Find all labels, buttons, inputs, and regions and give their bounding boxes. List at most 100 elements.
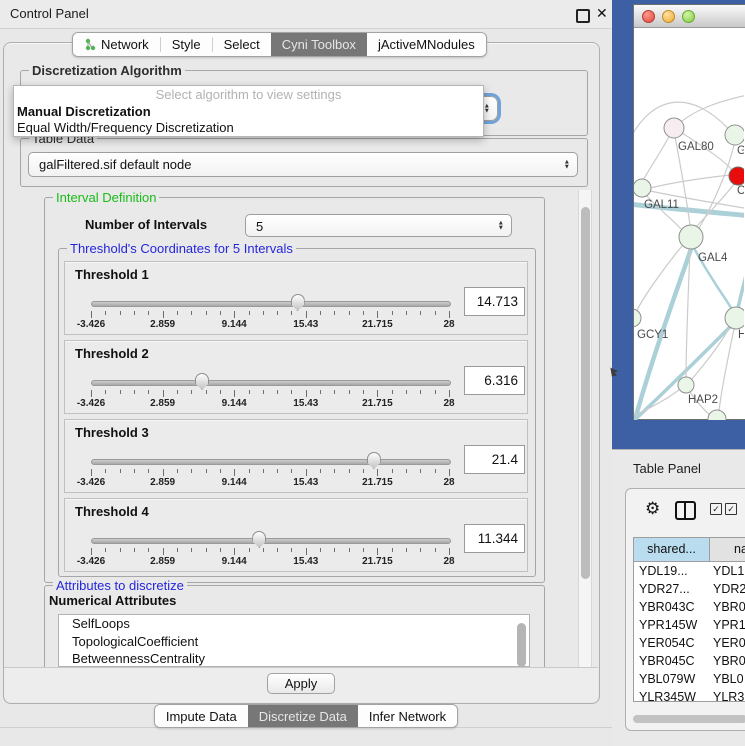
node-table-body: YDL19...YDL1YDR27...YDR2YBR043CYBR0YPR14… xyxy=(634,562,745,702)
column-header-name[interactable]: na xyxy=(710,538,745,561)
attribute-list-item[interactable]: TopologicalCoefficient xyxy=(59,633,529,651)
slider-track[interactable] xyxy=(91,538,451,544)
numerical-attributes-list[interactable]: SelfLoopsTopologicalCoefficientBetweenne… xyxy=(58,614,530,667)
list-scrollbar[interactable] xyxy=(517,623,526,667)
threshold-4-slider[interactable]: -3.4262.8599.14415.4321.71528 xyxy=(91,529,449,571)
node-partial-bottom xyxy=(708,410,726,420)
node-label-gcy1: GCY1 xyxy=(637,329,668,341)
slider-ticks xyxy=(91,390,449,398)
float-window-icon[interactable] xyxy=(576,9,590,23)
threshold-1-value-field[interactable] xyxy=(464,287,525,316)
table-row[interactable]: YDL19...YDL1 xyxy=(634,562,745,580)
cell-name[interactable]: YER0 xyxy=(710,634,745,652)
zoom-traffic-light-icon[interactable] xyxy=(682,10,695,23)
threshold-3-panel: Threshold 3 -3.4262.8599.14415.4321.7152… xyxy=(64,419,528,493)
table-row[interactable]: YBL079WYBL0 xyxy=(634,670,745,688)
cell-shared-name[interactable]: YBR043C xyxy=(634,598,710,616)
network-graph: GAL80 GA C GAL11 GAL4 GCY1 H HAP2 xyxy=(634,28,744,420)
cell-shared-name[interactable]: YPR145W xyxy=(634,616,710,634)
slider-track[interactable] xyxy=(91,380,451,386)
column-header-shared-name[interactable]: shared... xyxy=(634,538,710,561)
cell-name[interactable]: YDL1 xyxy=(710,562,745,580)
tab-label: Style xyxy=(172,37,201,52)
tab-label: Infer Network xyxy=(369,709,446,724)
tab-label: Impute Data xyxy=(166,709,237,724)
number-of-intervals-combobox[interactable]: 5 ▲▼ xyxy=(245,214,512,237)
slider-handle[interactable] xyxy=(195,373,209,390)
dropdown-item-manual-discretization[interactable]: Manual Discretization xyxy=(14,104,483,121)
cell-shared-name[interactable]: YDR27... xyxy=(634,580,710,598)
close-traffic-light-icon[interactable] xyxy=(642,10,655,23)
tab-impute-data[interactable]: Impute Data xyxy=(155,705,248,727)
node-attribute-table[interactable]: shared... na YDL19...YDL1YDR27...YDR2YBR… xyxy=(633,537,745,702)
attribute-list-item[interactable]: SelfLoops xyxy=(59,615,529,633)
threshold-label: Threshold 2 xyxy=(75,346,149,361)
slider-handle[interactable] xyxy=(252,531,266,548)
threshold-3-slider[interactable]: -3.4262.8599.14415.4321.71528 xyxy=(91,450,449,492)
threshold-label: Threshold 1 xyxy=(75,267,149,282)
table-row[interactable]: YBR045CYBR0 xyxy=(634,652,745,670)
tab-cyni-toolbox[interactable]: Cyni Toolbox xyxy=(271,33,367,56)
tab-jactivemnodules[interactable]: jActiveMNodules xyxy=(367,33,486,56)
cell-name[interactable]: YBR0 xyxy=(710,598,745,616)
slider-scale-labels: -3.4262.8599.14415.4321.71528 xyxy=(91,556,449,568)
table-row[interactable]: YLR345WYLR3 xyxy=(634,688,745,702)
tab-network[interactable]: Network xyxy=(73,33,160,56)
minimize-traffic-light-icon[interactable] xyxy=(662,10,675,23)
threshold-3-value-field[interactable] xyxy=(464,445,525,474)
cell-shared-name[interactable]: YER054C xyxy=(634,634,710,652)
split-columns-icon[interactable] xyxy=(675,501,696,520)
apply-strip: Apply xyxy=(4,667,598,702)
table-row[interactable]: YPR145WYPR1 xyxy=(634,616,745,634)
slider-handle[interactable] xyxy=(367,452,381,469)
node-hap2 xyxy=(678,377,694,393)
threshold-label: Threshold 4 xyxy=(75,504,149,519)
network-canvas[interactable]: GAL80 GA C GAL11 GAL4 GCY1 H HAP2 xyxy=(634,28,744,420)
close-icon[interactable]: ✕ xyxy=(596,5,608,22)
threshold-2-slider[interactable]: -3.4262.8599.14415.4321.71528 xyxy=(91,371,449,413)
apply-button[interactable]: Apply xyxy=(267,673,336,694)
threshold-2-value-field[interactable] xyxy=(464,366,525,395)
slider-track[interactable] xyxy=(91,459,451,465)
tab-label: Cyni Toolbox xyxy=(282,37,356,52)
tab-style[interactable]: Style xyxy=(161,33,212,56)
gear-icon[interactable]: ⚙ xyxy=(645,499,660,519)
threshold-2-panel: Threshold 2 -3.4262.8599.14415.4321.7152… xyxy=(64,340,528,414)
table-row[interactable]: YER054CYER0 xyxy=(634,634,745,652)
tab-discretize-data[interactable]: Discretize Data xyxy=(248,705,358,727)
cell-name[interactable]: YBR0 xyxy=(710,652,745,670)
checkbox-checked-icon[interactable]: ✓ xyxy=(725,503,737,515)
cell-name[interactable]: YLR3 xyxy=(710,688,745,702)
cell-name[interactable]: YPR1 xyxy=(710,616,745,634)
cell-shared-name[interactable]: YBR045C xyxy=(634,652,710,670)
dropdown-item-placeholder[interactable]: Select algorithm to view settings xyxy=(14,87,483,104)
node-label-gal11: GAL11 xyxy=(644,199,679,211)
dropdown-item-equal-width-frequency[interactable]: Equal Width/Frequency Discretization xyxy=(14,120,483,137)
panel-scrollbar[interactable] xyxy=(578,190,592,669)
node-label-partial: C xyxy=(737,185,744,197)
threshold-4-panel: Threshold 4 -3.4262.8599.14415.4321.7152… xyxy=(64,498,528,572)
algorithm-dropdown-popup: Select algorithm to view settings Manual… xyxy=(13,85,484,137)
slider-track[interactable] xyxy=(91,301,451,307)
group-title: Interval Definition xyxy=(53,190,159,205)
slider-handle[interactable] xyxy=(291,294,305,311)
threshold-1-slider[interactable]: -3.4262.8599.14415.4321.71528 xyxy=(91,292,449,334)
table-row[interactable]: YBR043CYBR0 xyxy=(634,598,745,616)
slider-scale-labels: -3.4262.8599.14415.4321.71528 xyxy=(91,319,449,331)
table-row[interactable]: YDR27...YDR2 xyxy=(634,580,745,598)
attribute-list-item[interactable]: BetweennessCentrality xyxy=(59,650,529,667)
group-title: Threshold's Coordinates for 5 Intervals xyxy=(67,241,296,256)
checkbox-checked-icon[interactable]: ✓ xyxy=(710,503,722,515)
cell-name[interactable]: YDR2 xyxy=(710,580,745,598)
threshold-4-value-field[interactable] xyxy=(464,524,525,553)
scrollbar-thumb[interactable] xyxy=(633,715,745,723)
cell-name[interactable]: YBL0 xyxy=(710,670,745,688)
table-horizontal-scrollbar[interactable] xyxy=(633,715,745,724)
scrollbar-thumb[interactable] xyxy=(581,207,590,579)
cell-shared-name[interactable]: YBL079W xyxy=(634,670,710,688)
tab-select[interactable]: Select xyxy=(213,33,271,56)
tab-infer-network[interactable]: Infer Network xyxy=(358,705,457,727)
cell-shared-name[interactable]: YDL19... xyxy=(634,562,710,580)
cell-shared-name[interactable]: YLR345W xyxy=(634,688,710,702)
table-data-combobox[interactable]: galFiltered.sif default node ▲▼ xyxy=(28,152,578,177)
